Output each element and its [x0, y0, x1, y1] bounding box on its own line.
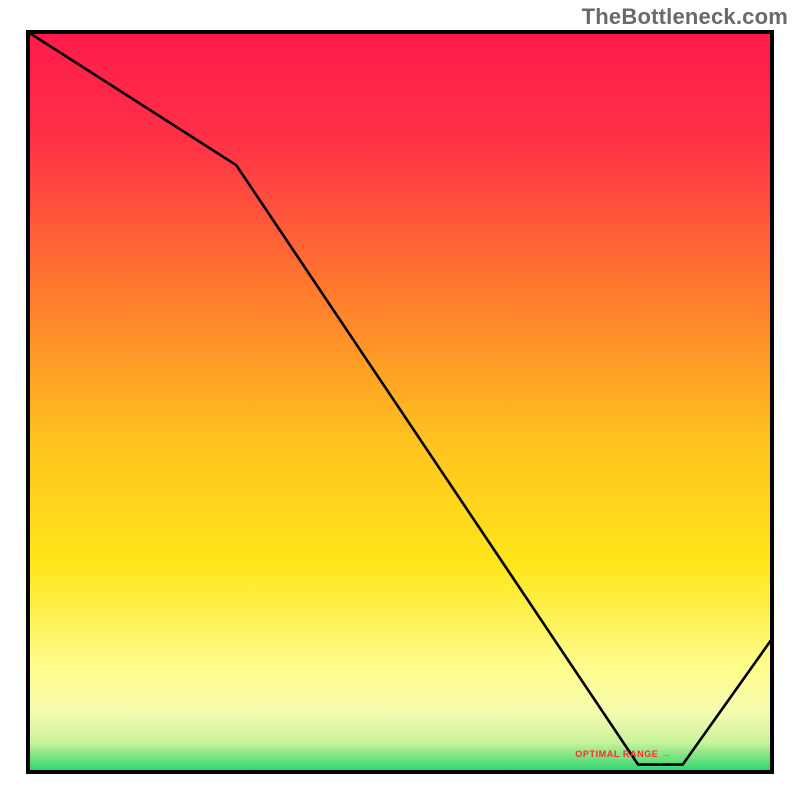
chart-stage: TheBottleneck.com OPTIMAL RANGE → [0, 0, 800, 800]
watermark-text: TheBottleneck.com [582, 4, 788, 30]
bottleneck-chart: OPTIMAL RANGE → [0, 0, 800, 800]
optimal-range-label: OPTIMAL RANGE → [575, 749, 671, 759]
gradient-background [28, 32, 772, 772]
